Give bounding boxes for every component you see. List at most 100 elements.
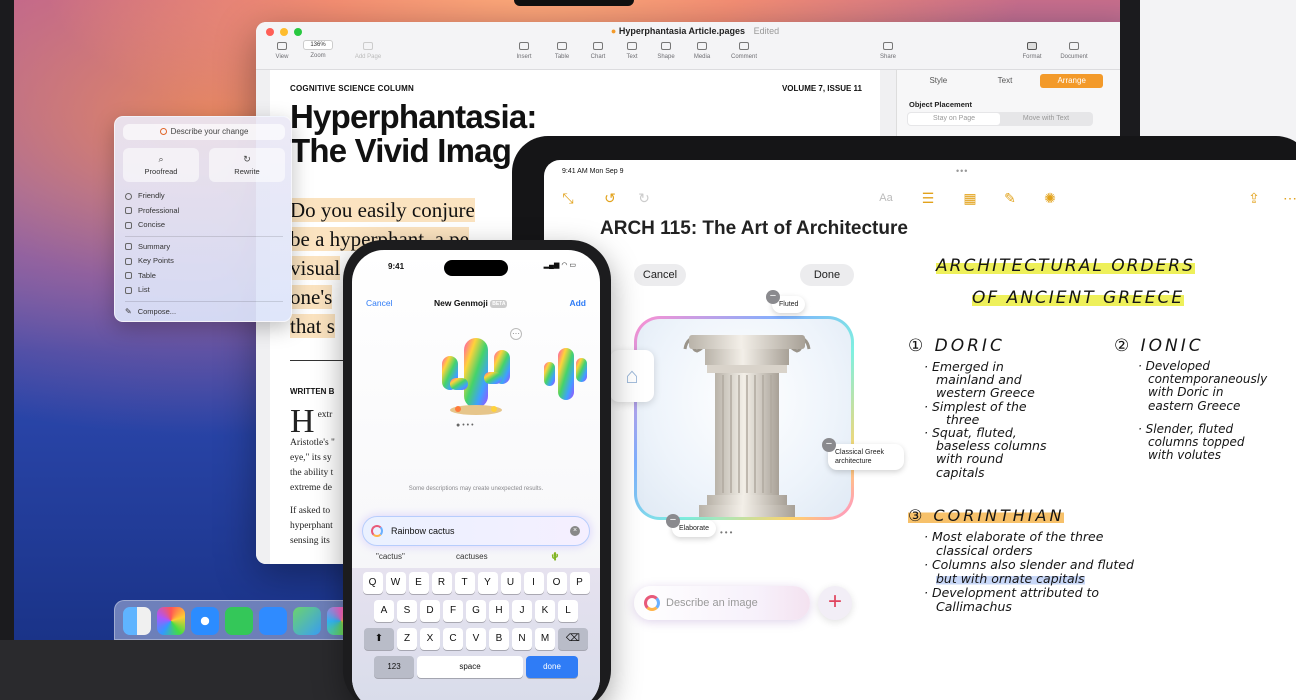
rainbow-cactus-genmoji[interactable]	[436, 334, 516, 416]
chart-button[interactable]: Chart	[580, 42, 616, 60]
note-title[interactable]: ARCH 115: The Art of Architecture	[600, 218, 908, 240]
remove-tag-icon[interactable]: −	[766, 290, 780, 304]
ionic-heading[interactable]: ② IONIC	[1114, 336, 1204, 356]
table-option[interactable]: Table	[125, 269, 283, 284]
compose-option[interactable]: ✎ Compose...	[125, 305, 283, 320]
rainbow-cactus-alternate[interactable]	[542, 346, 588, 404]
key-h[interactable]: H	[489, 600, 509, 622]
share-icon[interactable]: ⇪	[1244, 188, 1264, 208]
key-u[interactable]: U	[500, 572, 521, 594]
summary-option[interactable]: Summary	[125, 240, 283, 255]
tag-elaborate[interactable]: − Elaborate	[666, 514, 716, 537]
tab-text[interactable]: Text	[974, 74, 1037, 88]
move-with-text-option[interactable]: Move with Text	[1000, 113, 1092, 125]
numbers-key[interactable]: 123	[374, 656, 414, 678]
key-s[interactable]: S	[397, 600, 417, 622]
done-button[interactable]: Done	[800, 264, 854, 286]
key-x[interactable]: X	[420, 628, 440, 650]
key-q[interactable]: Q	[362, 572, 383, 594]
done-key[interactable]: done	[526, 656, 578, 678]
key-g[interactable]: G	[466, 600, 486, 622]
key-a[interactable]: A	[374, 600, 394, 622]
suggestion-emoji[interactable]: 🌵	[550, 552, 560, 561]
key-k[interactable]: K	[535, 600, 555, 622]
doric-heading[interactable]: ① DORIC	[908, 336, 1005, 356]
key-l[interactable]: L	[558, 600, 578, 622]
share-button[interactable]: Share	[870, 42, 906, 60]
corinthian-notes[interactable]: · Most elaborate of the three classical …	[924, 530, 1134, 614]
table-button[interactable]: Table	[544, 42, 580, 60]
space-key[interactable]: space	[417, 656, 523, 678]
text-format-icon[interactable]: Aa	[876, 188, 896, 208]
messages-icon[interactable]	[225, 607, 253, 635]
key-m[interactable]: M	[535, 628, 555, 650]
attachment-icon[interactable]: ✎	[1000, 188, 1020, 208]
maps-icon[interactable]	[293, 607, 321, 635]
collapse-icon[interactable]: ⤡	[558, 188, 578, 208]
shape-button[interactable]: Shape	[648, 42, 684, 60]
more-icon[interactable]: ⋯	[1280, 188, 1296, 208]
key-c[interactable]: C	[443, 628, 463, 650]
key-t[interactable]: T	[454, 572, 475, 594]
tag-fluted[interactable]: − Fluted	[766, 290, 806, 313]
key-v[interactable]: V	[466, 628, 486, 650]
key-n[interactable]: N	[512, 628, 532, 650]
image-wand-preview[interactable]	[634, 316, 854, 520]
stay-on-page-option[interactable]: Stay on Page	[908, 113, 1000, 125]
remove-tag-icon[interactable]: −	[666, 514, 680, 528]
table-icon[interactable]: ▦	[960, 188, 980, 208]
delete-key[interactable]: ⌫	[558, 628, 588, 650]
clear-text-icon[interactable]: ×	[570, 526, 580, 536]
handwritten-title-line2[interactable]: OF ANCIENT GREECE	[972, 288, 1185, 308]
key-f[interactable]: F	[443, 600, 463, 622]
describe-image-field[interactable]: Describe an image	[634, 586, 810, 620]
key-r[interactable]: R	[431, 572, 452, 594]
key-z[interactable]: Z	[397, 628, 417, 650]
zoom-value[interactable]: 136%	[303, 40, 333, 50]
add-element-button[interactable]: +	[818, 586, 852, 620]
column-sketch-thumbnail[interactable]: ⌂	[610, 350, 654, 402]
key-y[interactable]: Y	[477, 572, 498, 594]
mail-icon[interactable]	[259, 607, 287, 635]
genmoji-prompt-input[interactable]: Rainbow cactus ×	[362, 516, 590, 546]
image-playground-icon[interactable]: ✺	[1040, 188, 1060, 208]
key-b[interactable]: B	[489, 628, 509, 650]
media-button[interactable]: Media	[684, 42, 720, 60]
format-button[interactable]: Format	[1014, 42, 1050, 60]
proofread-button[interactable]: ⌕ Proofread	[123, 148, 199, 182]
friendly-option[interactable]: Friendly	[125, 189, 283, 204]
tag-classical-greek[interactable]: − Classical Greek architecture	[822, 438, 904, 470]
checklist-icon[interactable]: ☰	[918, 188, 938, 208]
rewrite-button[interactable]: ↻ Rewrite	[209, 148, 285, 182]
tab-arrange[interactable]: Arrange	[1040, 74, 1104, 88]
tab-style[interactable]: Style	[907, 74, 970, 88]
add-page-button[interactable]: Add Page	[350, 42, 386, 60]
launchpad-icon[interactable]	[157, 607, 185, 635]
document-button[interactable]: Document	[1056, 42, 1092, 60]
safari-icon[interactable]	[191, 607, 219, 635]
multitasking-dots-icon[interactable]: •••	[956, 166, 968, 176]
remove-tag-icon[interactable]: −	[822, 438, 836, 452]
concise-option[interactable]: Concise	[125, 218, 283, 233]
key-o[interactable]: O	[546, 572, 567, 594]
key-d[interactable]: D	[420, 600, 440, 622]
professional-option[interactable]: Professional	[125, 204, 283, 219]
key-i[interactable]: I	[523, 572, 544, 594]
corinthian-heading[interactable]: ③ CORINTHIAN	[908, 506, 1065, 525]
key-j[interactable]: J	[512, 600, 532, 622]
text-button[interactable]: Text	[614, 42, 650, 60]
cancel-button[interactable]: Cancel	[634, 264, 686, 286]
key-p[interactable]: P	[569, 572, 590, 594]
insert-button[interactable]: Insert	[506, 42, 542, 60]
finder-icon[interactable]	[123, 607, 151, 635]
zoom-control[interactable]: 136% Zoom	[300, 40, 336, 59]
suggestion-2[interactable]: cactuses	[456, 552, 488, 561]
key-points-option[interactable]: Key Points	[125, 254, 283, 269]
list-option[interactable]: List	[125, 283, 283, 298]
key-e[interactable]: E	[408, 572, 429, 594]
redo-icon[interactable]: ↻	[634, 188, 654, 208]
undo-icon[interactable]: ↺	[600, 188, 620, 208]
ionic-notes[interactable]: · Developed contemporaneously with Doric…	[1138, 359, 1267, 462]
genmoji-add-button[interactable]: Add	[569, 298, 586, 308]
key-w[interactable]: W	[385, 572, 406, 594]
